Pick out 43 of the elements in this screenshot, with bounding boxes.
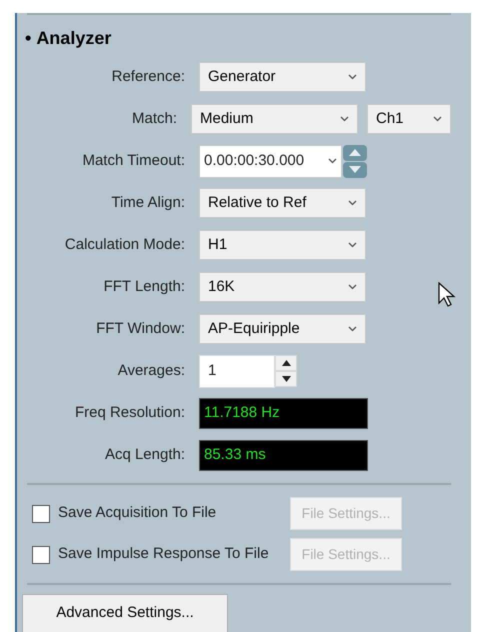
dropdown[interactable]: Ch1 <box>367 104 451 134</box>
chevron-down-icon <box>348 242 357 248</box>
chevron-down-icon <box>348 200 357 206</box>
field-label: Reference: <box>110 66 185 87</box>
decrement-button[interactable] <box>275 371 297 387</box>
section-title: Analyzer <box>36 27 112 50</box>
triangle-up-icon <box>349 149 361 156</box>
time-field[interactable]: 0.00:00:30.000 <box>199 144 342 178</box>
checkbox[interactable] <box>32 504 50 522</box>
advanced-settings-button[interactable]: Advanced Settings... <box>22 594 228 632</box>
field-label: Calculation Mode: <box>64 234 185 255</box>
field-label: Averages: <box>116 360 185 381</box>
chevron-down-icon <box>348 284 357 290</box>
chevron-down-icon <box>348 326 357 332</box>
triangle-up-icon <box>282 360 290 366</box>
field-label: FFT Length: <box>102 276 185 297</box>
dropdown[interactable]: 16K <box>199 272 366 302</box>
chevron-down-icon <box>348 74 357 80</box>
chevron-down-icon <box>340 116 349 122</box>
readout-display: 85.33 ms <box>199 440 368 470</box>
field-label: Freq Resolution: <box>74 402 185 423</box>
checkbox[interactable] <box>32 546 50 564</box>
readout-display: 11.7188 Hz <box>199 398 368 428</box>
mouse-pointer-icon <box>438 282 456 308</box>
triangle-down-icon <box>349 166 361 173</box>
number-field[interactable]: 1 <box>199 354 275 388</box>
dropdown[interactable]: AP-Equiripple <box>199 314 366 344</box>
field-label: Match: <box>130 108 177 129</box>
field-label: FFT Window: <box>95 318 185 339</box>
chevron-down-icon <box>433 116 442 122</box>
checkbox-label: Save Impulse Response To File <box>58 544 270 564</box>
field-label: Match Timeout: <box>81 150 185 171</box>
chevron-down-icon <box>328 158 337 164</box>
dropdown[interactable]: H1 <box>199 230 366 260</box>
dropdown[interactable]: Generator <box>199 62 366 92</box>
increment-button[interactable] <box>275 355 297 371</box>
triangle-down-icon <box>282 376 290 382</box>
dropdown[interactable]: Medium <box>191 104 358 134</box>
bullet: • <box>25 27 32 50</box>
dropdown[interactable]: Relative to Ref <box>199 188 366 218</box>
field-label: Time Align: <box>110 192 185 213</box>
checkbox-label: Save Acquisition To File <box>58 503 218 524</box>
field-label: Acq Length: <box>104 444 185 465</box>
